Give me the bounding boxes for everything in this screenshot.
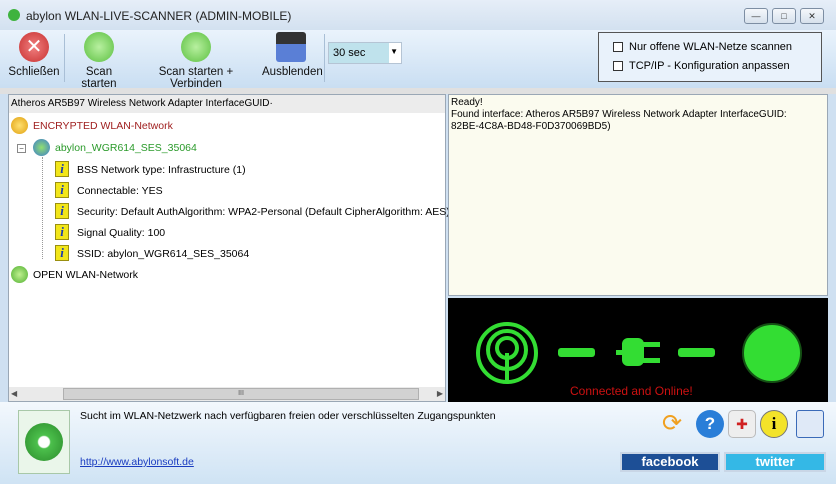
tree-node-encrypted[interactable]: ENCRYPTED WLAN-Network: [33, 120, 173, 132]
contact-card-icon[interactable]: [796, 410, 824, 438]
only-open-label: Nur offene WLAN-Netze scannen: [629, 41, 793, 53]
wifi-antenna-icon: [476, 322, 538, 384]
log-line: Found interface: Atheros AR5B97 Wireless…: [451, 109, 787, 120]
help-icon[interactable]: ?: [696, 410, 724, 438]
chevron-down-icon: ▼: [390, 47, 398, 56]
title-bar: abylon WLAN-LIVE-SCANNER (ADMIN-MOBILE) …: [0, 0, 836, 30]
scan-wifi-icon: [84, 32, 114, 62]
only-open-checkbox[interactable]: [613, 42, 623, 52]
scroll-right-icon[interactable]: ▶: [437, 389, 443, 398]
scrollbar-thumb[interactable]: III: [63, 388, 419, 400]
minimize-button[interactable]: —: [744, 8, 768, 24]
link-dash: [678, 348, 715, 357]
tree-detail[interactable]: Signal Quality: 100: [77, 227, 165, 239]
app-logo: [18, 410, 70, 474]
tree-node-open[interactable]: OPEN WLAN-Network: [33, 269, 138, 281]
wifi-logo-icon: [25, 423, 63, 461]
log-line: 82BE-4C8A-BD48-F0D370069BD5): [451, 121, 611, 132]
hide-button[interactable]: Ausblenden: [262, 30, 323, 86]
scan-connect-label: Scan starten + Verbinden: [158, 66, 234, 90]
info-icon: i: [55, 224, 69, 240]
plug-icon: [616, 338, 660, 366]
close-button[interactable]: ✕ Schließen: [8, 30, 60, 86]
separator: [64, 34, 65, 82]
website-link[interactable]: http://www.abylonsoft.de: [80, 456, 194, 468]
router-icon: [276, 32, 306, 62]
status-text: Connected and Online!: [570, 384, 693, 398]
close-circle-icon: ✕: [19, 32, 49, 62]
tree-detail[interactable]: SSID: abylon_WGR614_SES_35064: [77, 248, 249, 260]
encrypted-network-icon: [11, 117, 28, 134]
tree-line: [42, 157, 43, 259]
app-icon: [8, 9, 20, 21]
separator: [324, 34, 325, 82]
adapter-header: Atheros AR5B97 Wireless Network Adapter …: [9, 95, 445, 113]
network-icon: [33, 139, 50, 156]
refresh-icon[interactable]: ⟳: [658, 410, 686, 438]
connection-status-panel: Connected and Online!: [448, 298, 828, 402]
info-about-icon[interactable]: i: [760, 410, 788, 438]
tree-detail[interactable]: Connectable: YES: [77, 185, 163, 197]
log-panel: Ready! Found interface: Atheros AR5B97 W…: [448, 94, 828, 296]
twitter-button[interactable]: twitter: [724, 452, 826, 472]
collapse-toggle[interactable]: −: [17, 144, 26, 153]
network-tree[interactable]: Atheros AR5B97 Wireless Network Adapter …: [8, 94, 450, 402]
scan-label: Scan starten: [81, 66, 117, 90]
info-icon: i: [55, 203, 69, 219]
footer: Sucht im WLAN-Netzwerk nach verfügbaren …: [0, 402, 836, 484]
open-network-icon: [11, 266, 28, 283]
scan-connect-icon: [181, 32, 211, 62]
globe-icon: [742, 323, 802, 383]
interval-value: 30 sec: [329, 43, 389, 63]
options-panel: Nur offene WLAN-Netze scannen TCP/IP - K…: [598, 32, 822, 82]
footer-description: Sucht im WLAN-Netzwerk nach verfügbaren …: [80, 410, 496, 422]
horizontal-scrollbar[interactable]: ◀ III ▶: [9, 387, 445, 401]
tcpip-checkbox[interactable]: [613, 61, 623, 71]
scan-connect-button[interactable]: Scan starten + Verbinden: [134, 30, 258, 90]
maximize-button[interactable]: □: [772, 8, 796, 24]
tree-detail[interactable]: BSS Network type: Infrastructure (1): [77, 164, 246, 176]
scan-button[interactable]: Scan starten: [68, 30, 130, 90]
log-line: Ready!: [451, 97, 483, 108]
link-dash: [558, 348, 595, 357]
info-icon: i: [55, 182, 69, 198]
tree-detail[interactable]: Security: Default AuthAlgorithm: WPA2-Pe…: [77, 206, 450, 218]
tree-node-network[interactable]: abylon_WGR614_SES_35064: [55, 142, 197, 154]
window-title: abylon WLAN-LIVE-SCANNER (ADMIN-MOBILE): [26, 9, 292, 23]
tcpip-label: TCP/IP - Konfiguration anpassen: [629, 60, 790, 72]
facebook-button[interactable]: facebook: [620, 452, 720, 472]
hide-label: Ausblenden: [262, 66, 323, 78]
info-icon: i: [55, 245, 69, 261]
close-label: Schließen: [8, 66, 60, 78]
interval-select[interactable]: 30 sec ▼: [328, 42, 402, 64]
info-icon: i: [55, 161, 69, 177]
scroll-left-icon[interactable]: ◀: [11, 389, 17, 398]
first-aid-icon[interactable]: ✚: [728, 410, 756, 438]
close-window-button[interactable]: ✕: [800, 8, 824, 24]
